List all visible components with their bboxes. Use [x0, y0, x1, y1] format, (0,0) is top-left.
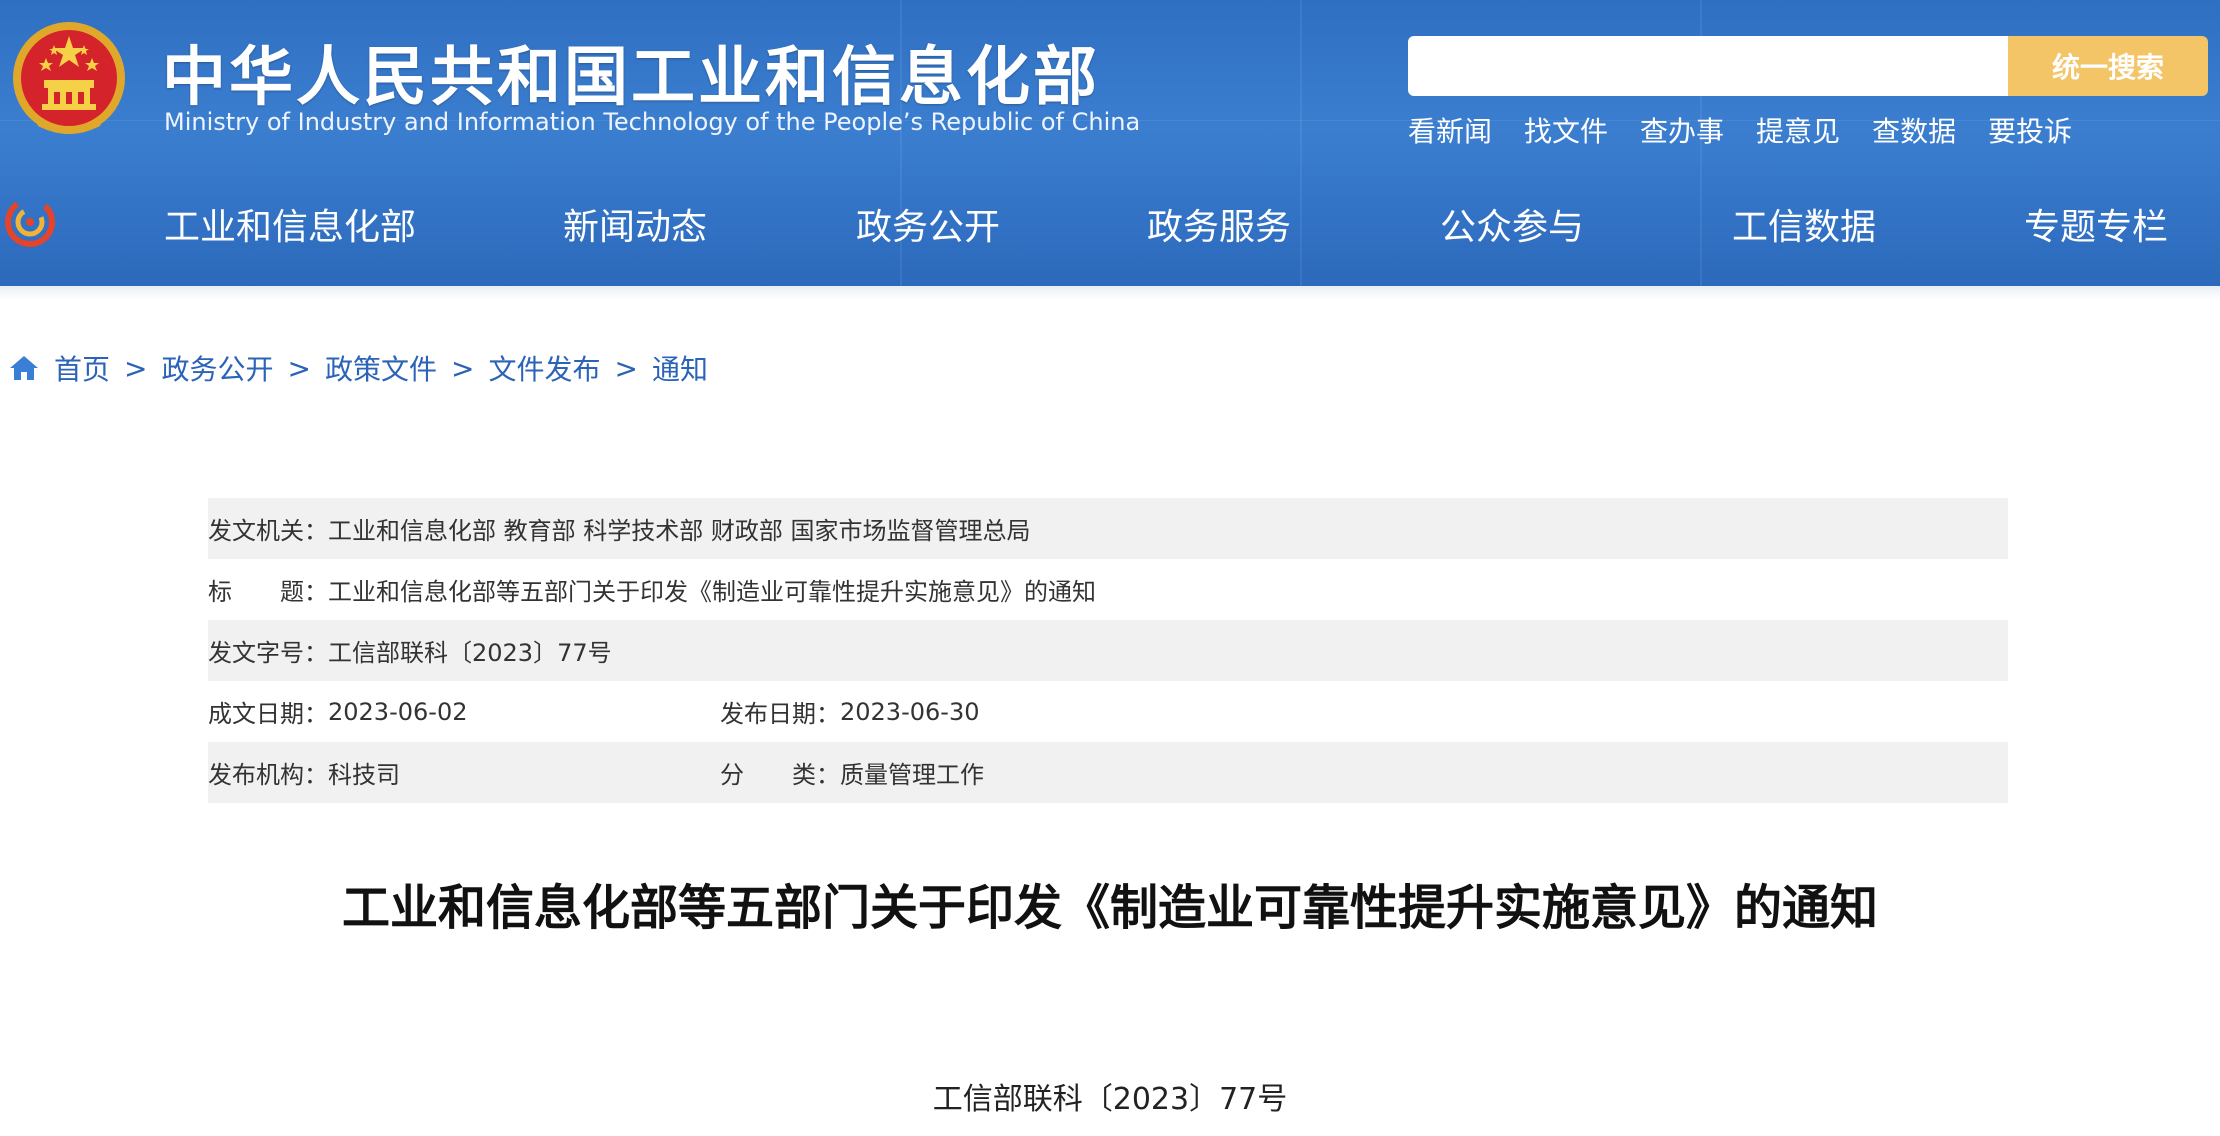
issuer-value: 工业和信息化部 教育部 科学技术部 财政部 国家市场监督管理总局: [328, 517, 1031, 545]
nav-item-public-participation[interactable]: 公众参与: [1440, 198, 1584, 250]
breadcrumb-gov-affairs[interactable]: 政务公开: [161, 348, 273, 388]
info-cell: 发布日期： 2023-06-30: [720, 681, 979, 742]
breadcrumb-separator: >: [287, 351, 311, 385]
quick-link-news[interactable]: 看新闻: [1408, 110, 1492, 150]
info-row-issuer: 发文机关： 工业和信息化部 教育部 科学技术部 财政部 国家市场监督管理总局: [208, 498, 2008, 559]
site-subtitle: Ministry of Industry and Information Tec…: [164, 108, 1141, 136]
doc-number-value: 工信部联科〔2023〕77号: [328, 639, 612, 667]
nav-item-special-topics[interactable]: 专题专栏: [2024, 198, 2168, 250]
search-button[interactable]: 统一搜索: [2008, 36, 2208, 96]
breadcrumb-home[interactable]: 首页: [54, 348, 110, 388]
info-cell: 分 类： 质量管理工作: [720, 742, 984, 803]
national-emblem-icon: [13, 22, 125, 134]
info-cell: 标 题： 工业和信息化部等五部门关于印发《制造业可靠性提升实施意见》的通知: [208, 559, 1096, 620]
info-cell: 发文机关： 工业和信息化部 教育部 科学技术部 财政部 国家市场监督管理总局: [208, 498, 1031, 559]
info-row-title: 标 题： 工业和信息化部等五部门关于印发《制造业可靠性提升实施意见》的通知: [208, 559, 2008, 620]
nav-item-gov-affairs[interactable]: 政务公开: [856, 198, 1000, 250]
info-cell: 发文字号： 工信部联科〔2023〕77号: [208, 620, 612, 681]
category-label: 分 类：: [720, 761, 840, 789]
doc-number-label: 发文字号：: [208, 639, 328, 667]
info-row-dates: 成文日期： 2023-06-02 发布日期： 2023-06-30: [208, 681, 2008, 742]
header-divider: [0, 286, 2220, 300]
info-row-org-category: 发布机构： 科技司 分 类： 质量管理工作: [208, 742, 2008, 803]
info-cell: 发布机构： 科技司: [208, 742, 400, 803]
site-header: 中华人民共和国工业和信息化部 Ministry of Industry and …: [0, 0, 2220, 286]
org-value: 科技司: [328, 761, 400, 789]
site-title: 中华人民共和国工业和信息化部: [162, 41, 1100, 115]
nav-item-ministry[interactable]: 工业和信息化部: [164, 198, 416, 250]
issuer-label: 发文机关：: [208, 517, 328, 545]
quick-link-files[interactable]: 找文件: [1524, 110, 1608, 150]
category-value: 质量管理工作: [840, 761, 984, 789]
info-row-doc-number: 发文字号： 工信部联科〔2023〕77号: [208, 620, 2008, 681]
written-date-value: 2023-06-02: [328, 697, 468, 726]
main-nav: 工业和信息化部 新闻动态 政务公开 政务服务 公众参与 工信数据 专题专栏: [0, 190, 2220, 256]
home-icon[interactable]: [8, 352, 40, 384]
org-label: 发布机构：: [208, 761, 328, 789]
published-date-label: 发布日期：: [720, 700, 840, 728]
nav-item-data[interactable]: 工信数据: [1732, 198, 1876, 250]
published-date-value: 2023-06-30: [840, 697, 980, 726]
breadcrumb-separator: >: [450, 351, 475, 385]
written-date-label: 成文日期：: [208, 700, 328, 728]
title-label: 标 题：: [208, 578, 328, 606]
quick-link-complaint[interactable]: 要投诉: [1988, 110, 2072, 150]
article-doc-number: 工信部联科〔2023〕77号: [932, 1082, 1288, 1117]
info-cell: 成文日期： 2023-06-02: [208, 681, 467, 742]
breadcrumb-file-release[interactable]: 文件发布: [488, 348, 600, 388]
breadcrumb-separator: >: [124, 351, 148, 385]
breadcrumb-separator: >: [614, 351, 638, 385]
article-title: 工业和信息化部等五部门关于印发《制造业可靠性提升实施意见》的通知: [341, 880, 1878, 936]
nav-item-news[interactable]: 新闻动态: [563, 198, 707, 250]
breadcrumb: 首页 > 政务公开 > 政策文件 > 文件发布 > 通知: [8, 348, 708, 388]
document-info-table: 发文机关： 工业和信息化部 教育部 科学技术部 财政部 国家市场监督管理总局 标…: [208, 498, 2008, 803]
nav-item-gov-services[interactable]: 政务服务: [1147, 198, 1291, 250]
quick-link-services[interactable]: 查办事: [1640, 110, 1724, 150]
title-value: 工业和信息化部等五部门关于印发《制造业可靠性提升实施意见》的通知: [328, 578, 1096, 606]
quick-link-feedback[interactable]: 提意见: [1756, 110, 1840, 150]
quick-link-data[interactable]: 查数据: [1872, 110, 1956, 150]
search-input[interactable]: [1408, 36, 2008, 96]
quick-links: 看新闻 找文件 查办事 提意见 查数据 要投诉: [1408, 110, 2072, 150]
breadcrumb-policy-files[interactable]: 政策文件: [325, 348, 437, 388]
breadcrumb-notice[interactable]: 通知: [652, 348, 708, 388]
